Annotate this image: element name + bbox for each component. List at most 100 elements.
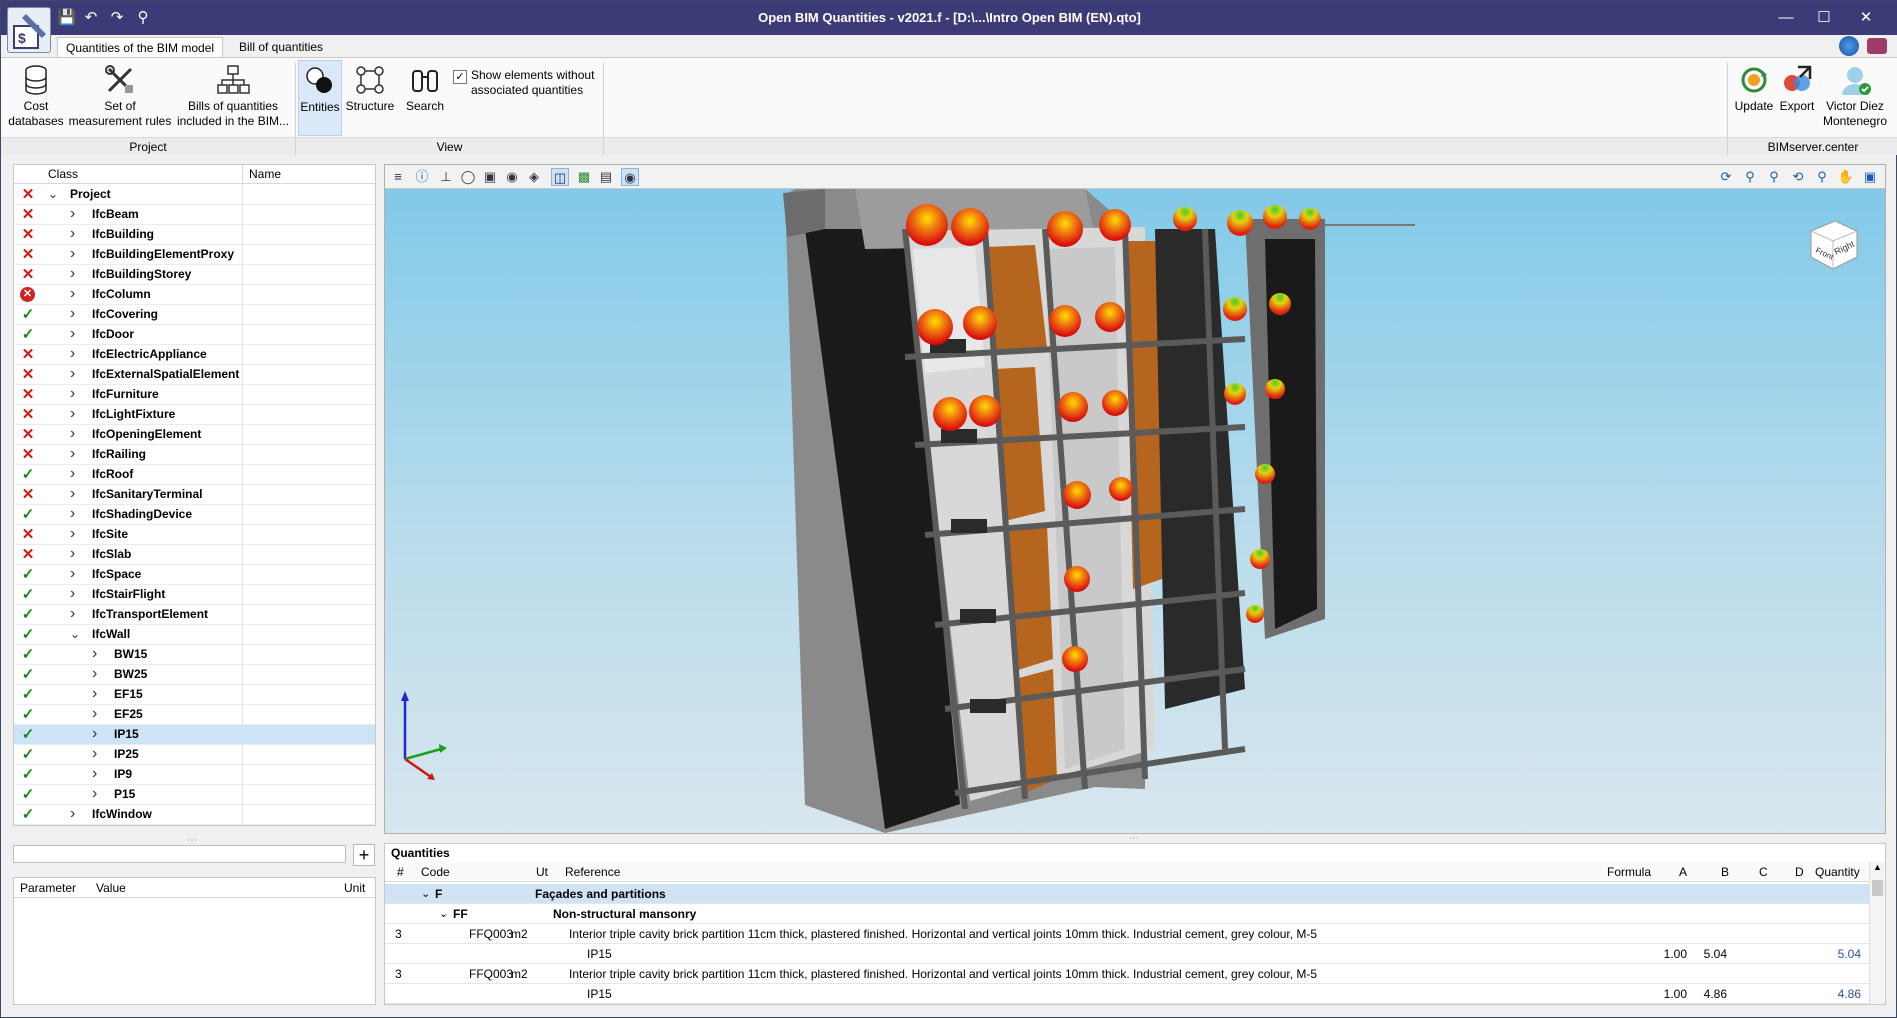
chevron-down-icon[interactable]: ⌄ (48, 185, 58, 204)
tree-row[interactable]: ✓ › IP15 (14, 725, 375, 745)
chevron-right-icon[interactable]: › (92, 704, 97, 723)
scroll-up-icon[interactable]: ▲ (1870, 862, 1885, 872)
add-parameter-button[interactable]: + (353, 844, 375, 866)
tree-row[interactable]: ✓ › BW15 (14, 645, 375, 665)
tree-row[interactable]: ✕ › IfcColumn (14, 285, 375, 305)
scrollbar-thumb[interactable] (1872, 880, 1883, 896)
quantity-row-sub[interactable]: ⌄ FF Non-structural mansonry (385, 904, 1869, 924)
column-header-value[interactable]: Value (96, 881, 126, 895)
chevron-right-icon[interactable]: › (70, 584, 75, 603)
layers-icon[interactable]: ≡ (389, 168, 407, 186)
chevron-right-icon[interactable]: › (70, 444, 75, 463)
structure-button[interactable]: Structure (344, 60, 396, 114)
chevron-right-icon[interactable]: › (92, 644, 97, 663)
chevron-right-icon[interactable]: › (70, 604, 75, 623)
tree-row[interactable]: ✓ › P15 (14, 785, 375, 805)
chevron-right-icon[interactable]: › (70, 344, 75, 363)
clip-icon[interactable]: ◫ (551, 168, 569, 186)
column-header-unit[interactable]: Unit (344, 881, 365, 895)
cost-databases-button[interactable]: Cost databases (7, 60, 65, 129)
grid-icon[interactable]: ▤ (597, 168, 615, 186)
info-icon[interactable]: ⓘ (413, 168, 431, 186)
measurement-rules-button[interactable]: Set of measurement rules (67, 60, 173, 129)
3d-viewport[interactable]: ≡ ⓘ ⊥ ◯ ▣ ◉ ◈ ◫ ▩ ▤ ◉ ⟳ ⚲ ⚲ ⟲ ⚲ ✋ ▣ Fron… (384, 164, 1886, 834)
tree-row[interactable]: ✕ › IfcExternalSpatialElement (14, 365, 375, 385)
column-header-class[interactable]: Class (14, 165, 242, 184)
chevron-right-icon[interactable]: › (70, 284, 75, 303)
chevron-right-icon[interactable]: › (70, 804, 75, 823)
app-logo[interactable]: $ (7, 7, 51, 53)
quantity-row-line[interactable]: IP15 1.00 5.04 5.04 (385, 944, 1869, 964)
zoom-window-icon[interactable]: ⚲ (1741, 168, 1759, 186)
tree-row[interactable]: ✕ › IfcBuildingElementProxy (14, 245, 375, 265)
chevron-right-icon[interactable]: › (70, 384, 75, 403)
column-header-name[interactable]: Name (242, 165, 375, 184)
column-header-unit[interactable]: Ut (536, 862, 548, 882)
tab-bill-of-quantities[interactable]: Bill of quantities (231, 37, 331, 57)
chevron-right-icon[interactable]: › (70, 424, 75, 443)
tree-row[interactable]: ✓ › IP25 (14, 745, 375, 765)
pan-hand-icon[interactable]: ✋ (1837, 168, 1855, 186)
shield-icon[interactable]: ◯ (459, 168, 477, 186)
chevron-right-icon[interactable]: › (92, 684, 97, 703)
column-header-formula[interactable]: Formula (1607, 862, 1651, 882)
chevron-down-icon[interactable]: ⌄ (421, 884, 430, 904)
quantities-scrollbar[interactable]: ▲ (1869, 862, 1885, 1004)
chevron-right-icon[interactable]: › (92, 664, 97, 683)
zoom-extents-icon[interactable]: ⚲ (1765, 168, 1783, 186)
chevron-right-icon[interactable]: › (70, 464, 75, 483)
chevron-right-icon[interactable]: › (92, 724, 97, 743)
chevron-right-icon[interactable]: › (70, 304, 75, 323)
section-icon[interactable]: ◈ (525, 168, 543, 186)
info-book-icon[interactable] (1867, 38, 1887, 54)
search-button[interactable]: Search (400, 60, 450, 114)
chevron-right-icon[interactable]: › (70, 324, 75, 343)
chevron-right-icon[interactable]: › (70, 204, 75, 223)
tree-row[interactable]: ✕ › IfcOpeningElement (14, 425, 375, 445)
chevron-right-icon[interactable]: › (92, 744, 97, 763)
minimize-button[interactable]: — (1767, 5, 1805, 31)
chevron-right-icon[interactable]: › (70, 484, 75, 503)
help-globe-icon[interactable] (1839, 36, 1859, 56)
tree-row[interactable]: ✓ › IfcTransportElement (14, 605, 375, 625)
chevron-right-icon[interactable]: › (70, 244, 75, 263)
tree-row[interactable]: ✕ › IfcRailing (14, 445, 375, 465)
tree-row[interactable]: ✓ › IfcSpace (14, 565, 375, 585)
rotate-icon[interactable]: ⟲ (1789, 168, 1807, 186)
tree-row[interactable]: ✕ › IfcBuilding (14, 225, 375, 245)
tree-row[interactable]: ✕ › IfcBuildingStorey (14, 265, 375, 285)
boq-included-button[interactable]: Bills of quantities included in the BIM.… (175, 60, 291, 129)
tree-row[interactable]: ✕ › IfcSlab (14, 545, 375, 565)
view-cube[interactable]: Front Right (1807, 217, 1858, 270)
tree-row[interactable]: ✓ › BW25 (14, 665, 375, 685)
chevron-down-icon[interactable]: ⌄ (70, 625, 80, 644)
tree-row[interactable]: ✕ ⌄ Project (14, 185, 375, 205)
tree-row[interactable]: ✕ › IfcFurniture (14, 385, 375, 405)
tree-row[interactable]: ✓ › IfcRoof (14, 465, 375, 485)
maximize-view-icon[interactable]: ▣ (1861, 168, 1879, 186)
tree-row[interactable]: ✓ › IfcShadingDevice (14, 505, 375, 525)
column-header-d[interactable]: D (1795, 862, 1804, 882)
export-button[interactable]: Export (1776, 60, 1818, 114)
chevron-right-icon[interactable]: › (70, 564, 75, 583)
chevron-right-icon[interactable]: › (92, 784, 97, 803)
column-header-reference[interactable]: Reference (565, 862, 620, 882)
tree-row[interactable]: ✓ › EF15 (14, 685, 375, 705)
parameter-filter-input[interactable] (13, 845, 346, 863)
chevron-right-icon[interactable]: › (70, 264, 75, 283)
maximize-button[interactable]: ☐ (1805, 5, 1843, 31)
tree-row[interactable]: ✓ › IfcCovering (14, 305, 375, 325)
tree-row[interactable]: ✕ › IfcLightFixture (14, 405, 375, 425)
axis-icon[interactable]: ⊥ (437, 168, 455, 186)
chevron-right-icon[interactable]: › (92, 764, 97, 783)
column-header-c[interactable]: C (1759, 862, 1768, 882)
chevron-right-icon[interactable]: › (70, 364, 75, 383)
tree-row[interactable]: ✓ › EF25 (14, 705, 375, 725)
column-header-b[interactable]: B (1721, 862, 1729, 882)
quantity-row-chapter[interactable]: ⌄ F Façades and partitions (385, 884, 1869, 904)
tree-row[interactable]: ✕ › IfcBeam (14, 205, 375, 225)
column-header-number[interactable]: # (397, 862, 404, 882)
show-elements-checkbox[interactable]: ✓ (453, 70, 467, 84)
shade-icon[interactable]: ◉ (503, 168, 521, 186)
entities-button[interactable]: Entities (298, 60, 342, 136)
